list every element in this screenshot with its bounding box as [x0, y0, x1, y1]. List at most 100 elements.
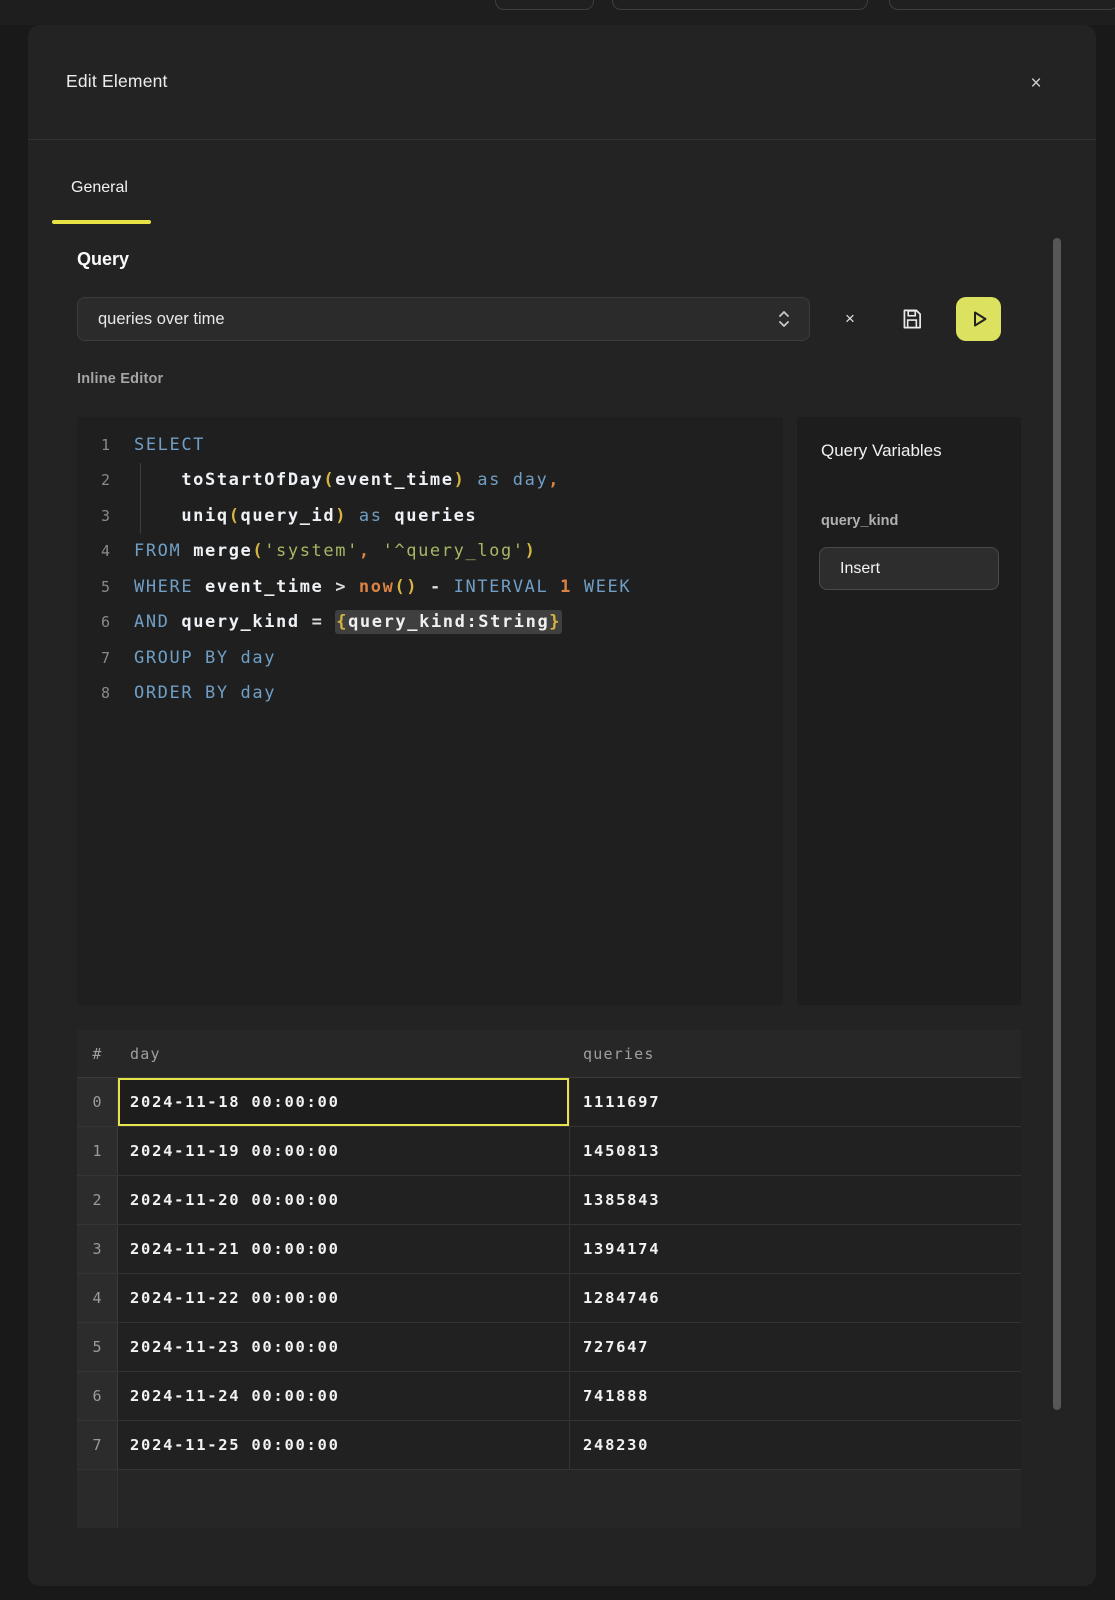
code-token: ORDER [134, 683, 193, 703]
modal-scrollbar[interactable] [1053, 238, 1061, 1410]
editor-panel-gap [783, 417, 797, 1005]
code-token: day [513, 470, 549, 490]
code-line-text: FROM merge('system', '^query_log') [134, 541, 536, 561]
day-cell[interactable]: 2024-11-21 00:00:00 [118, 1225, 570, 1273]
background-toolbar-button[interactable] [495, 0, 594, 10]
insert-variable-button[interactable]: Insert [819, 547, 999, 590]
code-token: 'system' [264, 541, 359, 561]
code-token: = [312, 612, 324, 632]
code-token: toStartOfDay [181, 470, 323, 490]
code-line-text: toStartOfDay(event_time) as day, [134, 470, 560, 490]
code-token [300, 612, 312, 632]
table-row: 12024-11-19 00:00:001450813 [77, 1127, 1021, 1176]
code-token [134, 470, 181, 490]
clear-query-button[interactable]: × [834, 305, 866, 333]
code-token: day [241, 683, 277, 703]
line-number: 6 [77, 613, 110, 631]
close-icon[interactable]: × [1020, 67, 1052, 99]
day-cell[interactable]: 2024-11-22 00:00:00 [118, 1274, 570, 1322]
code-token: event_time [335, 470, 453, 490]
query-select[interactable]: queries over time [77, 297, 810, 341]
code-token: - [430, 577, 442, 597]
save-query-button[interactable] [895, 304, 929, 334]
queries-cell[interactable]: 741888 [570, 1372, 1021, 1420]
background-toolbar-button[interactable] [889, 0, 1115, 10]
selected-day-cell[interactable]: 2024-11-18 00:00:00 [118, 1078, 570, 1126]
code-token: ) [525, 541, 537, 561]
code-token: SELECT [134, 435, 205, 455]
code-token [229, 683, 241, 703]
clear-x-icon: × [845, 309, 855, 329]
code-token: as [359, 506, 383, 526]
query-variables-heading: Query Variables [821, 441, 942, 461]
code-token: 1 [560, 577, 572, 597]
day-cell[interactable]: 2024-11-24 00:00:00 [118, 1372, 570, 1420]
line-number: 4 [77, 542, 110, 560]
chevron-up-down-icon [775, 308, 793, 330]
table-row: 32024-11-21 00:00:001394174 [77, 1225, 1021, 1274]
code-token: ) [335, 506, 347, 526]
code-token: queries [394, 506, 477, 526]
code-token: ( [252, 541, 264, 561]
queries-cell[interactable]: 1385843 [570, 1176, 1021, 1224]
code-token: '^query_log' [383, 541, 525, 561]
code-token: , [548, 470, 560, 490]
code-token: uniq [181, 506, 228, 526]
code-token [323, 577, 335, 597]
code-token [501, 470, 513, 490]
code-editor[interactable]: 1 SELECT 2 toStartOfDay(event_time) as day… [77, 417, 783, 1005]
insert-button-label: Insert [840, 560, 880, 578]
code-token: FROM [134, 541, 181, 561]
day-cell[interactable]: 2024-11-25 00:00:00 [118, 1421, 570, 1469]
queries-cell[interactable]: 727647 [570, 1323, 1021, 1371]
code-token [383, 506, 395, 526]
code-token: query_kind [181, 612, 299, 632]
inline-editor: 1 SELECT 2 toStartOfDay(event_time) as day… [77, 417, 1021, 1005]
tab-general[interactable]: General [71, 179, 128, 197]
queries-cell[interactable]: 1284746 [570, 1274, 1021, 1322]
code-token [193, 648, 205, 668]
code-token [572, 577, 584, 597]
day-cell[interactable]: 2024-11-20 00:00:00 [118, 1176, 570, 1224]
code-token [347, 506, 359, 526]
table-row: 52024-11-23 00:00:00727647 [77, 1323, 1021, 1372]
row-index-cell: 3 [77, 1225, 118, 1273]
code-token [442, 577, 454, 597]
code-token [170, 612, 182, 632]
code-line: 8 ORDER BY day [77, 676, 783, 712]
queries-cell[interactable]: 1111697 [570, 1078, 1021, 1126]
day-cell[interactable]: 2024-11-19 00:00:00 [118, 1127, 570, 1175]
line-number: 1 [77, 436, 110, 454]
code-token: BY [205, 648, 229, 668]
line-number: 7 [77, 649, 110, 667]
run-query-button[interactable] [956, 297, 1001, 341]
queries-cell[interactable]: 248230 [570, 1421, 1021, 1469]
variable-name-label: query_kind [821, 513, 898, 529]
row-index-cell: 1 [77, 1127, 118, 1175]
code-token [465, 470, 477, 490]
code-line: 3 uniq(query_id) as queries [77, 498, 783, 534]
queries-cell[interactable]: 1450813 [570, 1127, 1021, 1175]
code-token: GROUP [134, 648, 193, 668]
code-token [193, 577, 205, 597]
table-row: 42024-11-22 00:00:001284746 [77, 1274, 1021, 1323]
results-table-header: # day queries [77, 1030, 1021, 1078]
day-cell[interactable]: 2024-11-23 00:00:00 [118, 1323, 570, 1371]
results-table-body: 02024-11-18 00:00:00111169712024-11-19 0… [77, 1078, 1021, 1470]
code-line: 6AND query_kind = {query_kind:String} [77, 605, 783, 641]
code-line-text: SELECT [134, 435, 205, 455]
queries-cell[interactable]: 1394174 [570, 1225, 1021, 1273]
code-token: WHERE [134, 577, 193, 597]
code-token: AND [134, 612, 170, 632]
column-header-index: # [77, 1030, 118, 1077]
inline-editor-label: Inline Editor [77, 371, 163, 387]
play-icon [967, 307, 991, 331]
line-number: 8 [77, 684, 110, 702]
results-table-footer [77, 1470, 1021, 1528]
code-line: 2 toStartOfDay(event_time) as day, [77, 463, 783, 499]
code-line: 1 SELECT [77, 427, 783, 463]
code-line-text: ORDER BY day [134, 683, 276, 703]
code-token: ( [229, 506, 241, 526]
code-token: INTERVAL [454, 577, 549, 597]
background-toolbar-button[interactable] [612, 0, 868, 10]
